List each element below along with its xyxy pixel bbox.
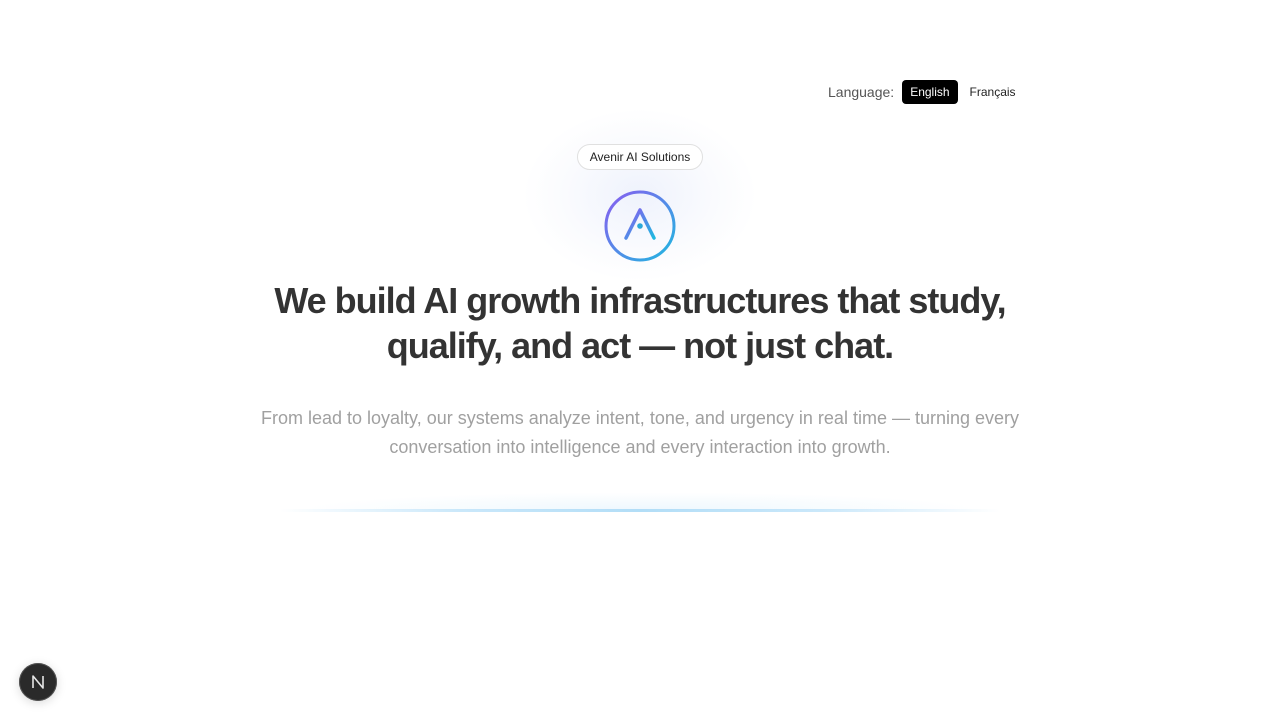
page: Language: English Français Avenir AI Sol… — [0, 0, 1280, 720]
language-switcher: Language: English Français — [828, 80, 1024, 104]
language-french-button[interactable]: Français — [962, 80, 1024, 104]
language-label: Language: — [828, 84, 895, 100]
language-english-button[interactable]: English — [902, 80, 958, 104]
hero-subtext-line2: conversation into intelligence and every… — [389, 437, 891, 457]
hero-headline-line1: We build AI growth infrastructures that … — [274, 280, 1006, 321]
nextjs-devtools-button[interactable] — [19, 663, 57, 701]
hero-headline-line2: qualify, and act — not just chat. — [386, 325, 894, 366]
avenir-logo-icon — [603, 189, 677, 263]
hero-subtext: From lead to loyalty, our systems analyz… — [240, 404, 1040, 462]
nextjs-n-icon — [32, 675, 44, 689]
hero-divider — [280, 509, 1000, 512]
brand-badge: Avenir AI Solutions — [577, 144, 703, 170]
hero-subtext-line1: From lead to loyalty, our systems analyz… — [260, 408, 1020, 428]
hero-headline: We build AI growth infrastructures that … — [240, 278, 1040, 368]
divider-glow — [300, 492, 980, 510]
